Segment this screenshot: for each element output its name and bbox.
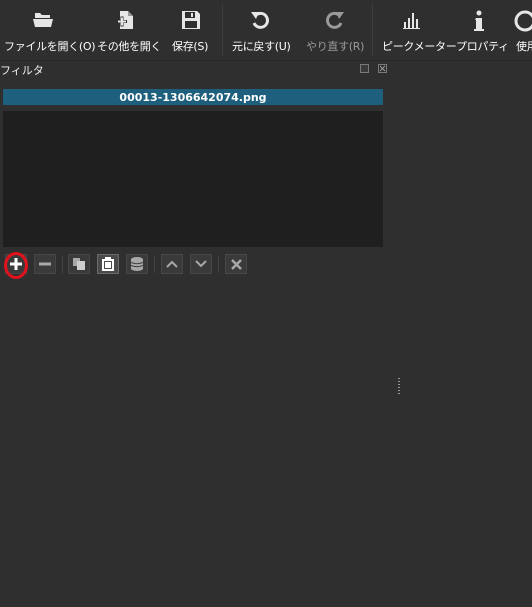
add-filter-button[interactable] (5, 254, 27, 274)
deselect-button[interactable] (225, 254, 247, 274)
save-preset-button[interactable] (126, 254, 148, 274)
button-separator (154, 256, 155, 273)
chevron-up-icon (166, 260, 178, 268)
copy-filters-button[interactable] (68, 254, 90, 274)
open-other-label: その他を開く (97, 40, 162, 53)
floppy-disk-icon (182, 11, 200, 29)
close-icon (230, 258, 242, 270)
toolbar-separator (222, 4, 223, 56)
open-file-label: ファイルを開く(O) (4, 40, 96, 53)
undo-button[interactable]: 元に戻す(U) (228, 0, 294, 60)
plus-icon (10, 258, 22, 270)
remove-filter-button[interactable] (34, 254, 56, 274)
properties-label: プロパティ (456, 40, 509, 53)
minus-icon (39, 262, 51, 266)
paste-filters-button[interactable] (97, 254, 119, 274)
peak-meter-button[interactable]: ピークメーター (378, 0, 457, 60)
save-button[interactable]: 保存(S) (166, 0, 216, 60)
folder-open-icon (33, 13, 53, 27)
redo-icon (326, 11, 344, 29)
redo-label: やり直す(R) (306, 40, 365, 53)
toolbar-separator (372, 4, 373, 56)
undo-label: 元に戻す(U) (232, 40, 291, 53)
clip-name-label: 00013-1306642074.png (3, 89, 383, 105)
filters-dock-title: フィルタ (0, 64, 44, 77)
open-file-button[interactable]: ファイルを開く(O) (0, 0, 96, 60)
info-icon (474, 10, 484, 31)
paste-icon (102, 257, 114, 271)
chevron-down-icon (195, 260, 207, 268)
dock-splitter-handle[interactable] (398, 378, 400, 396)
meter-bars-icon (403, 13, 420, 29)
clock-icon (514, 10, 532, 32)
copy-icon (73, 258, 85, 270)
dock-float-button[interactable] (360, 64, 369, 73)
recent-label: 使用 (516, 40, 532, 53)
database-icon (131, 257, 143, 271)
open-other-button[interactable]: その他を開く (88, 0, 164, 60)
recent-button[interactable]: 使用 (512, 0, 532, 60)
move-down-button[interactable] (190, 254, 212, 274)
dock-close-button[interactable] (378, 64, 387, 73)
undo-icon (251, 11, 269, 29)
save-label: 保存(S) (172, 40, 209, 53)
redo-button[interactable]: やり直す(R) (300, 0, 368, 60)
file-add-icon (117, 11, 133, 29)
peak-meter-label: ピークメーター (382, 40, 457, 53)
main-toolbar: ファイルを開く(O) その他を開く 保存(S) 元に戻す(U) やり直す(R) … (0, 0, 532, 61)
properties-button[interactable]: プロパティ (452, 0, 509, 60)
button-separator (62, 256, 63, 273)
move-up-button[interactable] (161, 254, 183, 274)
filter-list[interactable] (3, 111, 383, 247)
button-separator (218, 256, 219, 273)
